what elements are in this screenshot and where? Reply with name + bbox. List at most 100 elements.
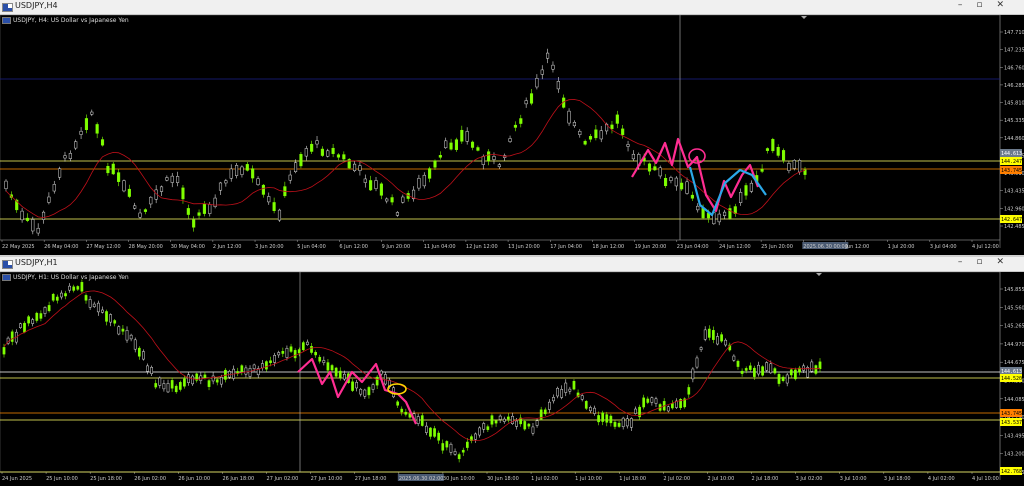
candle bbox=[330, 365, 334, 371]
price-label: 142.960 bbox=[1004, 206, 1024, 212]
candle bbox=[318, 356, 322, 362]
candle bbox=[650, 397, 654, 403]
yellow-ellipse-drawing bbox=[387, 383, 407, 395]
candle bbox=[761, 366, 764, 376]
candle bbox=[583, 140, 587, 145]
title-bar[interactable]: USDJPY,H1 –▫✕ bbox=[0, 257, 1024, 272]
candle bbox=[515, 420, 518, 427]
candle bbox=[379, 183, 383, 196]
window-controls[interactable]: –▫✕ bbox=[958, 0, 1018, 10]
time-label: 19 Jun 20:00 bbox=[635, 244, 667, 250]
candle bbox=[187, 374, 190, 383]
candle bbox=[401, 196, 405, 203]
window-controls[interactable]: –▫✕ bbox=[958, 257, 1018, 267]
chart-canvas[interactable]: 147.710 147.235 146.760 146.285 145.810 145.3… bbox=[0, 15, 1024, 255]
time-label: 27 Jun 18:00 bbox=[355, 476, 387, 482]
candle bbox=[749, 182, 753, 192]
candle bbox=[122, 180, 126, 192]
candle bbox=[513, 124, 517, 128]
candle bbox=[814, 365, 818, 374]
candle bbox=[674, 177, 678, 187]
candle bbox=[215, 379, 219, 383]
candle bbox=[605, 414, 609, 423]
candle bbox=[478, 427, 482, 436]
candle bbox=[269, 360, 272, 363]
chart-shift-marker bbox=[801, 16, 807, 19]
time-label: 4 Jul 02:00 bbox=[928, 476, 955, 482]
candle bbox=[588, 136, 593, 140]
time-label: 27 May 12:00 bbox=[86, 244, 120, 250]
candle bbox=[181, 187, 185, 200]
candle bbox=[461, 449, 465, 453]
window-title: USDJPY,H1 bbox=[15, 258, 58, 267]
candle bbox=[170, 175, 174, 183]
candle bbox=[507, 416, 510, 420]
candle bbox=[60, 292, 63, 298]
candle bbox=[613, 421, 617, 427]
price-tag-label: 143.745 bbox=[1001, 411, 1022, 417]
chart-window-h1[interactable]: USDJPY,H1 –▫✕ USDJPY, H1: US Dollar vs J… bbox=[0, 257, 1024, 486]
chart-canvas[interactable]: 145.855145.560145.265144.970144.675144.3… bbox=[0, 272, 1024, 486]
candle bbox=[593, 407, 596, 414]
price-tag-label: 142.647 bbox=[1001, 217, 1022, 223]
candle bbox=[174, 385, 178, 393]
candle bbox=[288, 174, 292, 181]
price-chart[interactable]: USDJPY, H1: US Dollar vs Japanese Yen 14… bbox=[0, 272, 1024, 486]
candle bbox=[703, 329, 707, 340]
time-label: 2025.06.30 00:00 bbox=[803, 244, 848, 250]
candle bbox=[63, 155, 67, 159]
candle bbox=[351, 381, 354, 391]
candle bbox=[720, 334, 723, 342]
candle bbox=[299, 154, 303, 167]
candle bbox=[117, 326, 121, 335]
time-label: 24 Jun 2025 bbox=[2, 476, 32, 482]
candle bbox=[304, 148, 308, 157]
candle bbox=[584, 401, 588, 409]
candle bbox=[548, 401, 551, 410]
candle bbox=[416, 416, 420, 424]
candle bbox=[712, 330, 715, 340]
candle bbox=[631, 153, 635, 160]
candle bbox=[769, 363, 773, 374]
time-label: 25 Jun 20:00 bbox=[761, 244, 793, 250]
price-chart[interactable]: USDJPY, H4: US Dollar vs Japanese Yen 14… bbox=[0, 15, 1024, 255]
candle bbox=[567, 110, 571, 124]
candle bbox=[202, 203, 206, 214]
candle bbox=[396, 401, 399, 406]
candle bbox=[336, 154, 341, 158]
candle bbox=[52, 184, 56, 192]
candle bbox=[285, 348, 289, 358]
price-label: 146.285 bbox=[1004, 83, 1024, 89]
candle bbox=[96, 302, 100, 313]
candle bbox=[207, 380, 211, 387]
time-label: 25 Jun 18:00 bbox=[90, 476, 122, 482]
candle bbox=[449, 142, 453, 150]
candle bbox=[165, 177, 169, 181]
candle bbox=[654, 398, 658, 404]
candle bbox=[666, 406, 670, 412]
title-bar[interactable]: USDJPY,H4 –▫✕ bbox=[0, 0, 1024, 15]
candle bbox=[437, 432, 441, 441]
chart-window-h4[interactable]: USDJPY,H4 –▫✕ USDJPY, H4: US Dollar vs J… bbox=[0, 0, 1024, 255]
time-label: 27 Jun 10:00 bbox=[311, 476, 343, 482]
candle bbox=[35, 312, 39, 321]
candle bbox=[531, 426, 535, 434]
candle bbox=[301, 342, 305, 351]
candle bbox=[219, 377, 223, 385]
candle bbox=[494, 420, 498, 424]
candle bbox=[326, 150, 330, 157]
candle bbox=[137, 347, 141, 357]
candle bbox=[773, 368, 777, 374]
candle bbox=[260, 363, 264, 369]
candle bbox=[363, 178, 367, 183]
candle bbox=[31, 219, 35, 232]
candle bbox=[642, 397, 646, 408]
price-label: 144.085 bbox=[1004, 397, 1024, 403]
candle bbox=[47, 305, 51, 312]
candle bbox=[74, 141, 78, 149]
time-label: 2 Jul 10:00 bbox=[707, 476, 734, 482]
candle bbox=[474, 433, 477, 440]
time-label: 1 Jul 18:00 bbox=[619, 476, 646, 482]
time-label: 23 Jun 04:00 bbox=[677, 244, 709, 250]
candle bbox=[444, 140, 448, 149]
